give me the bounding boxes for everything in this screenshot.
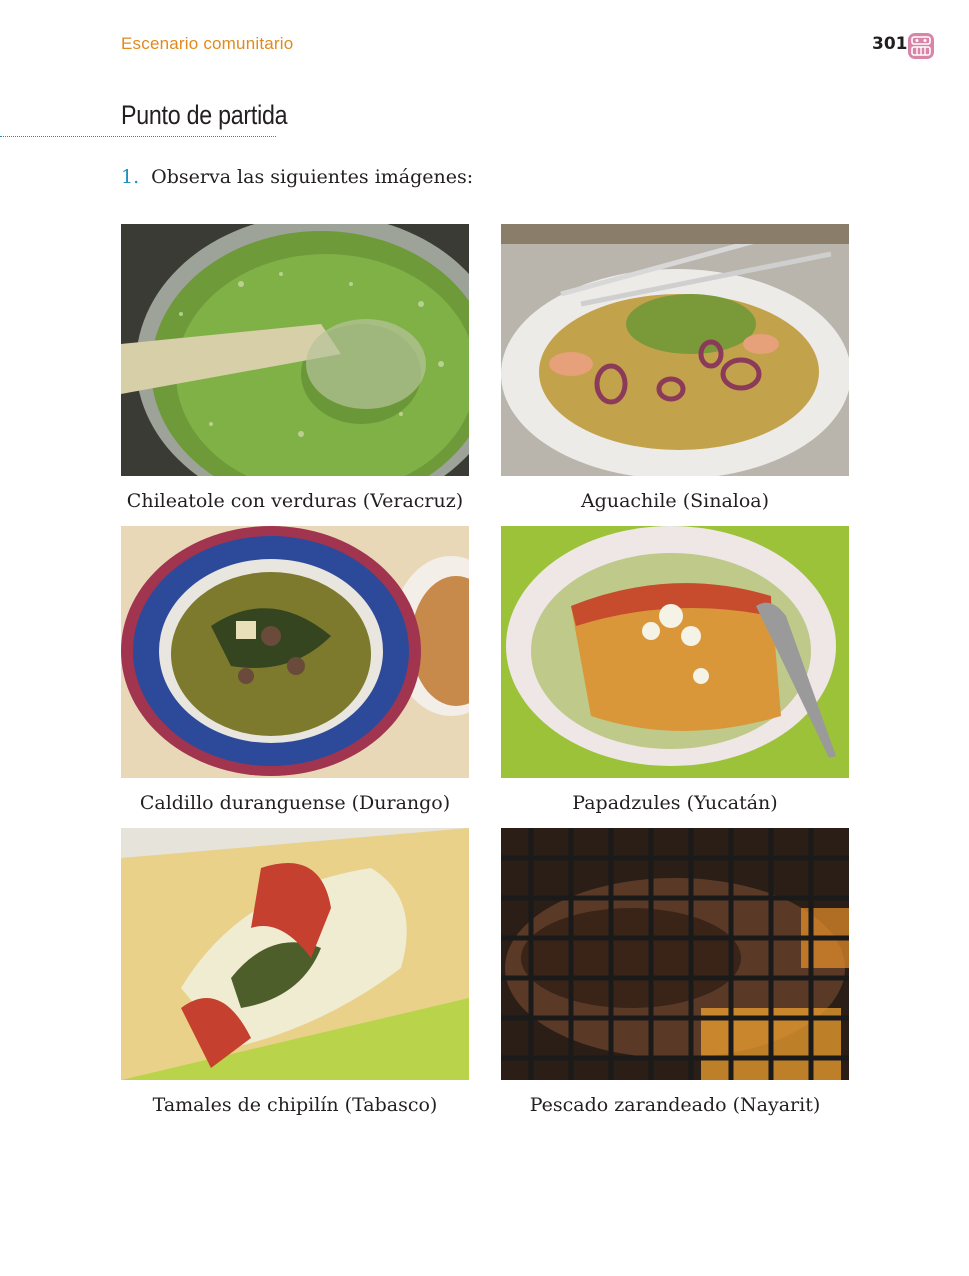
caption-pescado: Pescado zarandeado (Nayarit) (529, 1094, 821, 1116)
instruction-number: 1. (121, 166, 140, 188)
caption-papadzules: Papadzules (Yucatán) (572, 792, 778, 814)
glyph-icon (907, 32, 935, 60)
photo-caldillo (121, 526, 469, 778)
section-title: Punto de partida (121, 100, 288, 130)
caption-caldillo: Caldillo duranguense (Durango) (139, 792, 451, 814)
page-number: 301 (872, 34, 908, 54)
caption-chileatole: Chileatole con verduras (Veracruz) (126, 490, 464, 512)
photo-tamales (121, 828, 469, 1080)
section-label: Escenario comunitario (121, 34, 294, 53)
photo-chileatole (121, 224, 469, 476)
photo-aguachile (501, 224, 849, 476)
instruction-text: Observa las siguientes imágenes: (151, 166, 474, 188)
caption-aguachile: Aguachile (Sinaloa) (580, 490, 770, 512)
photo-pescado (501, 828, 849, 1080)
title-underline (0, 136, 276, 137)
photo-papadzules (501, 526, 849, 778)
caption-tamales: Tamales de chipilín (Tabasco) (152, 1094, 438, 1116)
instruction: 1. Observa las siguientes imágenes: (121, 166, 473, 188)
